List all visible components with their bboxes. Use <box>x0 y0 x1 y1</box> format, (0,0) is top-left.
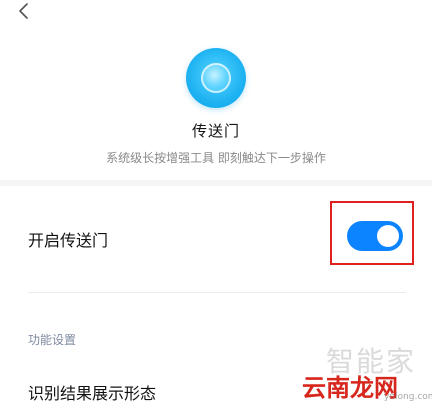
setting-item-display-mode[interactable]: 识别结果展示形态 <box>28 380 156 404</box>
watermark: 智能家 云南龙网 ynlong.com <box>298 340 432 406</box>
watermark-small-text: ynlong.com <box>384 392 432 402</box>
portal-app-icon-inner <box>201 63 231 93</box>
enable-portal-toggle[interactable] <box>347 221 403 251</box>
settings-page: 传送门 系统级长按增强工具 即刻触达下一步操作 开启传送门 功能设置 识别结果展… <box>0 0 432 410</box>
portal-app-icon <box>186 48 246 108</box>
watermark-back-text: 智能家 <box>326 345 417 378</box>
row-divider <box>28 292 406 293</box>
section-separator <box>0 180 432 186</box>
section-header-feature-settings: 功能设置 <box>28 333 77 347</box>
chevron-left-icon <box>19 3 28 19</box>
enable-portal-label: 开启传送门 <box>28 231 109 250</box>
feature-description: 系统级长按增强工具 即刻触达下一步操作 <box>106 151 326 165</box>
back-button[interactable] <box>12 0 34 22</box>
feature-title: 传送门 <box>191 122 240 140</box>
toggle-knob <box>377 225 399 247</box>
watermark-front-text: 云南龙网 <box>302 374 398 402</box>
